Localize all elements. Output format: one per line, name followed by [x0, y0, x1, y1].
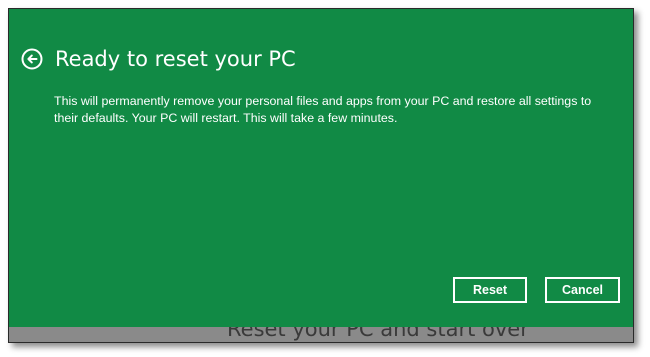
reset-button[interactable]: Reset	[453, 277, 527, 303]
dialog-message: This will permanently remove your person…	[54, 94, 592, 125]
dialog-header: Ready to reset your PC	[21, 47, 296, 71]
back-arrow-icon[interactable]	[21, 48, 43, 70]
cancel-button[interactable]: Cancel	[545, 277, 620, 303]
dialog-title: Ready to reset your PC	[55, 47, 296, 71]
reset-dialog: Ready to reset your PC This will permane…	[9, 9, 633, 327]
window-frame: Reset your PC and start over Ready to re…	[8, 8, 634, 343]
